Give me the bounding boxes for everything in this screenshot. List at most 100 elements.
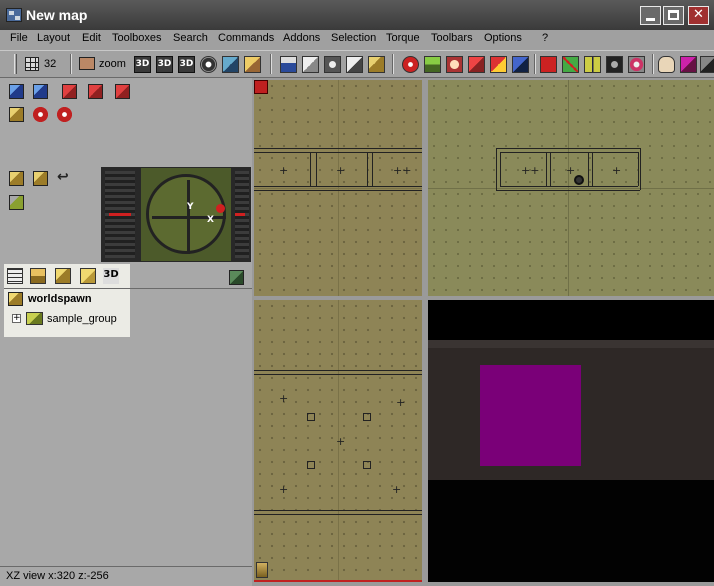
entity-marker[interactable]: [307, 461, 315, 469]
brush-edge: [640, 148, 641, 190]
compass-icon[interactable]: [402, 56, 419, 73]
red-tool-icon[interactable]: [115, 84, 130, 99]
menu-addons[interactable]: Addons: [283, 32, 320, 44]
view-3d-button-1[interactable]: 3D: [134, 56, 151, 73]
maximize-icon: [668, 10, 679, 20]
compass-dial[interactable]: Y X: [141, 168, 231, 261]
bucket-icon[interactable]: [490, 56, 507, 73]
face-icon[interactable]: [446, 56, 463, 73]
cube-icon[interactable]: [9, 171, 24, 186]
undo-arrow-icon[interactable]: ↩: [57, 170, 72, 185]
cube-wedge-icon[interactable]: [33, 171, 48, 186]
stop-icon[interactable]: [540, 56, 557, 73]
menu-file[interactable]: File: [10, 32, 28, 44]
view-3d-button-3[interactable]: 3D: [178, 56, 195, 73]
left-panel: ↩ Y X 3D worldspawn + sample_group: [0, 78, 252, 568]
menu-layout[interactable]: Layout: [37, 32, 70, 44]
entity-origin-icon[interactable]: [574, 175, 584, 185]
group-icon[interactable]: [26, 312, 43, 325]
menu-toolbars[interactable]: Toolbars: [431, 32, 473, 44]
menu-search[interactable]: Search: [173, 32, 208, 44]
entity-icon[interactable]: [280, 56, 297, 73]
brush-center: +: [612, 164, 622, 177]
grid-icon[interactable]: [25, 57, 39, 71]
red-star-icon[interactable]: [33, 107, 48, 122]
zoom-label[interactable]: zoom: [99, 58, 126, 70]
viewport-bottom-left[interactable]: + + + + +: [254, 300, 422, 582]
3d-floor: [428, 480, 714, 582]
red-tool-icon[interactable]: [88, 84, 103, 99]
entity-marker[interactable]: [363, 461, 371, 469]
brush-edge: [496, 148, 497, 190]
tree-expand-toggle[interactable]: +: [12, 314, 21, 323]
menu-commands[interactable]: Commands: [218, 32, 274, 44]
viewport-top-right[interactable]: ++ + +: [428, 80, 714, 296]
menu-options[interactable]: Options: [484, 32, 522, 44]
viewport-top-left[interactable]: + + ++: [254, 80, 422, 296]
brush-edge: [367, 152, 368, 186]
cube-outline-icon[interactable]: [346, 56, 363, 73]
cube-icon[interactable]: [368, 56, 385, 73]
viewport-corner-icon[interactable]: [256, 562, 268, 578]
blue-cube-icon[interactable]: [33, 84, 48, 99]
landscape-icon[interactable]: [424, 56, 441, 73]
die-icon[interactable]: [680, 56, 697, 73]
gear-icon[interactable]: [628, 56, 645, 73]
brush-edge: [254, 370, 422, 371]
maximize-button[interactable]: [663, 6, 684, 25]
3d-selected-brush[interactable]: [480, 365, 581, 466]
red-tool-icon[interactable]: [468, 56, 485, 73]
blue-cube-icon[interactable]: [9, 84, 24, 99]
menu-toolboxes[interactable]: Toolboxes: [112, 32, 162, 44]
compass-widget[interactable]: Y X: [101, 167, 251, 262]
tree-3d-button[interactable]: 3D: [103, 268, 119, 284]
binoculars-icon[interactable]: [606, 56, 623, 73]
app-icon[interactable]: [6, 8, 22, 22]
list-icon[interactable]: [7, 268, 23, 284]
minimize-button[interactable]: [640, 6, 661, 25]
compass-left-rail[interactable]: [105, 171, 135, 258]
clip-icon[interactable]: [324, 56, 341, 73]
brush-icon[interactable]: [302, 56, 319, 73]
tree-root-label[interactable]: worldspawn: [28, 293, 92, 305]
brush-center: ++: [521, 164, 540, 177]
menu-edit[interactable]: Edit: [82, 32, 101, 44]
zoom-icon[interactable]: [79, 57, 95, 70]
menu-selection[interactable]: Selection: [331, 32, 376, 44]
compass-right-rail[interactable]: [235, 171, 249, 258]
viewport-3d[interactable]: [428, 300, 714, 582]
brush-edge: [496, 148, 640, 149]
bowtie-icon[interactable]: [584, 56, 601, 73]
red-star-icon[interactable]: [57, 107, 72, 122]
red-tool-icon[interactable]: [62, 84, 77, 99]
hand-icon[interactable]: [658, 56, 675, 73]
menu-help[interactable]: ?: [542, 32, 548, 44]
close-button[interactable]: ✕: [688, 6, 709, 25]
rail-marker: [235, 213, 245, 216]
cube-icon[interactable]: [55, 268, 71, 284]
brush-edge: [254, 374, 422, 375]
group-down-icon[interactable]: [30, 268, 46, 284]
overflow-icon[interactable]: [700, 56, 714, 73]
brush-edge: [254, 510, 422, 511]
cross-icon[interactable]: [562, 56, 579, 73]
cube-icon[interactable]: [9, 107, 24, 122]
texture-icon[interactable]: [244, 56, 261, 73]
worldspawn-icon[interactable]: [8, 292, 23, 306]
green-wedge-icon[interactable]: [9, 195, 24, 210]
layers-icon[interactable]: [222, 56, 239, 73]
target-icon[interactable]: [200, 56, 217, 73]
compass-pointer[interactable]: [216, 204, 225, 213]
tree-item-label[interactable]: sample_group: [47, 313, 117, 325]
toolbar-grip[interactable]: [14, 54, 17, 74]
view-3d-button-2[interactable]: 3D: [156, 56, 173, 73]
brush-center: +: [566, 164, 576, 177]
blue-tool-icon[interactable]: [512, 56, 529, 73]
tree-options-icon[interactable]: [229, 270, 244, 285]
entity-marker[interactable]: [307, 413, 315, 421]
menu-torque[interactable]: Torque: [386, 32, 420, 44]
entity-marker[interactable]: [363, 413, 371, 421]
grid-size-value[interactable]: 32: [44, 58, 56, 70]
viewport-corner-icon[interactable]: [254, 80, 268, 94]
brush-select-icon[interactable]: [80, 268, 96, 284]
